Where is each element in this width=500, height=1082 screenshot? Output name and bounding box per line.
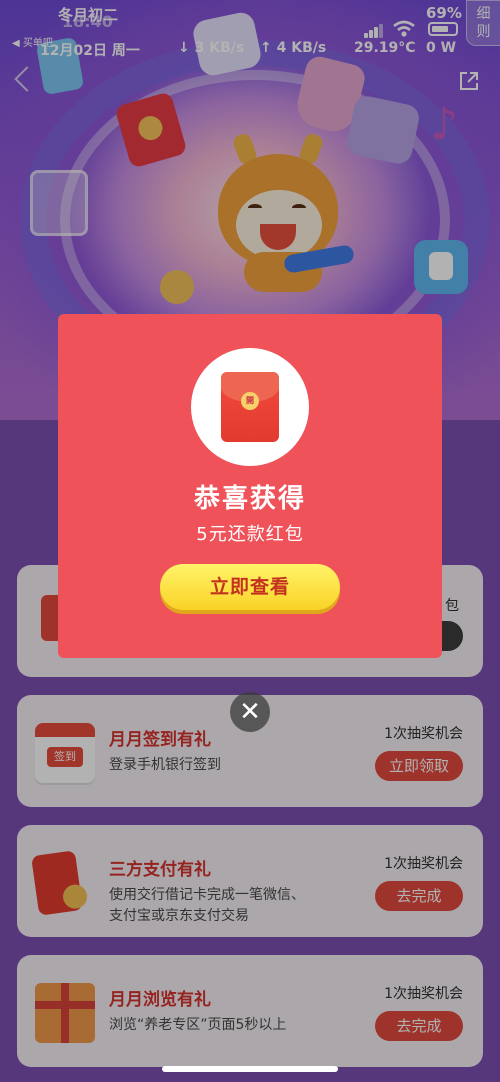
prize-modal: 開 恭喜获得 5元还款红包 立即查看 bbox=[58, 314, 442, 658]
home-indicator[interactable] bbox=[162, 1066, 338, 1072]
prize-icon-circle: 開 bbox=[191, 348, 309, 466]
modal-title: 恭喜获得 bbox=[193, 484, 306, 514]
view-now-button[interactable]: 立即查看 bbox=[160, 564, 340, 610]
envelope-seal: 開 bbox=[241, 392, 259, 410]
close-icon[interactable]: ✕ bbox=[230, 692, 270, 732]
prize-name: 5元还款红包 bbox=[196, 524, 304, 545]
red-envelope-icon: 開 bbox=[221, 372, 279, 442]
